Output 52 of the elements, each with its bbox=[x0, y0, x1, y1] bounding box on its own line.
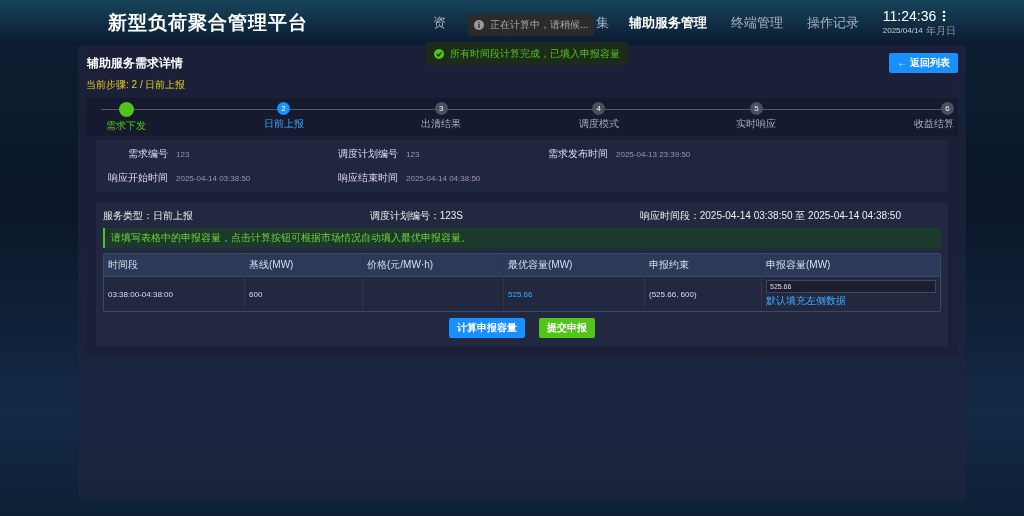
service-type: 服务类型：日前上报 bbox=[103, 209, 193, 223]
step-label[interactable]: 需求下发 bbox=[106, 119, 146, 133]
step-label[interactable]: 出清结果 bbox=[421, 117, 462, 131]
more-icon[interactable] bbox=[942, 9, 947, 22]
tip-banner: 请填写表格中的申报容量，点击计算按钮可根据市场情况自动填入最优申报容量。 bbox=[103, 228, 941, 248]
nav-item[interactable]: 终端管理 bbox=[730, 13, 783, 32]
column-header: 申报约束 bbox=[645, 254, 762, 276]
column-header: 时间段 bbox=[104, 254, 245, 276]
step-number[interactable]: 4 bbox=[592, 102, 606, 115]
nav-item[interactable]: 资 bbox=[432, 13, 446, 32]
column-header: 价格(元/MW·h) bbox=[363, 254, 504, 276]
table-cell: 600 bbox=[245, 276, 363, 311]
column-header: 最优容量(MW) bbox=[504, 254, 645, 276]
nav-item[interactable]: 集 bbox=[595, 13, 609, 32]
info-icon bbox=[474, 20, 484, 30]
page-title: 辅助服务需求详情 bbox=[87, 54, 183, 72]
app-title: 新型负荷聚合管理平台 bbox=[108, 10, 309, 35]
step-number[interactable]: 6 bbox=[940, 102, 954, 115]
table-cell: 03:38:00-04:38:00 bbox=[104, 276, 245, 311]
nav-item[interactable]: 辅助服务管理 bbox=[628, 13, 707, 32]
response-period: 响应时间段：2025-04-14 03:38:50 至 2025-04-14 04:38:50 bbox=[639, 209, 901, 223]
clock-date: 2025/04/14 bbox=[882, 26, 923, 35]
step-number[interactable]: 3 bbox=[434, 102, 448, 115]
step-dot[interactable] bbox=[118, 102, 134, 117]
fill-link[interactable]: 默认填充左侧数据 bbox=[766, 294, 846, 308]
plan-number: 调度计划编号：123S bbox=[369, 209, 464, 223]
column-header: 基线(MW) bbox=[245, 254, 363, 276]
step-label[interactable]: 调度模式 bbox=[578, 117, 619, 131]
step-number[interactable]: 5 bbox=[749, 102, 763, 115]
field-label: 调度计划编号 bbox=[337, 147, 398, 161]
toast-text: 正在计算中，请稍候... bbox=[490, 18, 589, 32]
field-label: 需求发布时间 bbox=[547, 147, 608, 161]
step-label[interactable]: 实时响应 bbox=[736, 117, 777, 131]
field-value: 123 bbox=[176, 149, 190, 159]
field-value: 2025-04-14 04:38:50 bbox=[406, 173, 481, 183]
field-label: 响应开始时间 bbox=[107, 171, 168, 185]
table-cell: 525.66 bbox=[504, 276, 645, 311]
nav-item[interactable]: 操作记录 bbox=[806, 13, 859, 32]
field-value: 2025-04-14 03:38:50 bbox=[176, 173, 251, 183]
field-value: 2025-04-13 23:39:50 bbox=[616, 149, 691, 159]
field-label: 需求编号 bbox=[127, 147, 168, 161]
table-cell: (525.66, 600) bbox=[645, 276, 762, 311]
field-label: 响应结束时间 bbox=[337, 171, 398, 185]
step-label[interactable]: 收益结算 bbox=[913, 117, 954, 131]
current-step: 当前步骤: 2 / 日前上报 bbox=[86, 78, 958, 92]
toast-text: 所有时间段计算完成，已填入申报容量 bbox=[450, 46, 620, 61]
column-header: 申报容量(MW) bbox=[765, 258, 832, 272]
date-unit: 年月日 bbox=[925, 23, 956, 38]
clock-time: 11:24:36 bbox=[882, 7, 937, 24]
step-label[interactable]: 日前上报 bbox=[263, 117, 304, 131]
check-icon bbox=[434, 48, 444, 59]
field-value: 123 bbox=[406, 149, 420, 159]
